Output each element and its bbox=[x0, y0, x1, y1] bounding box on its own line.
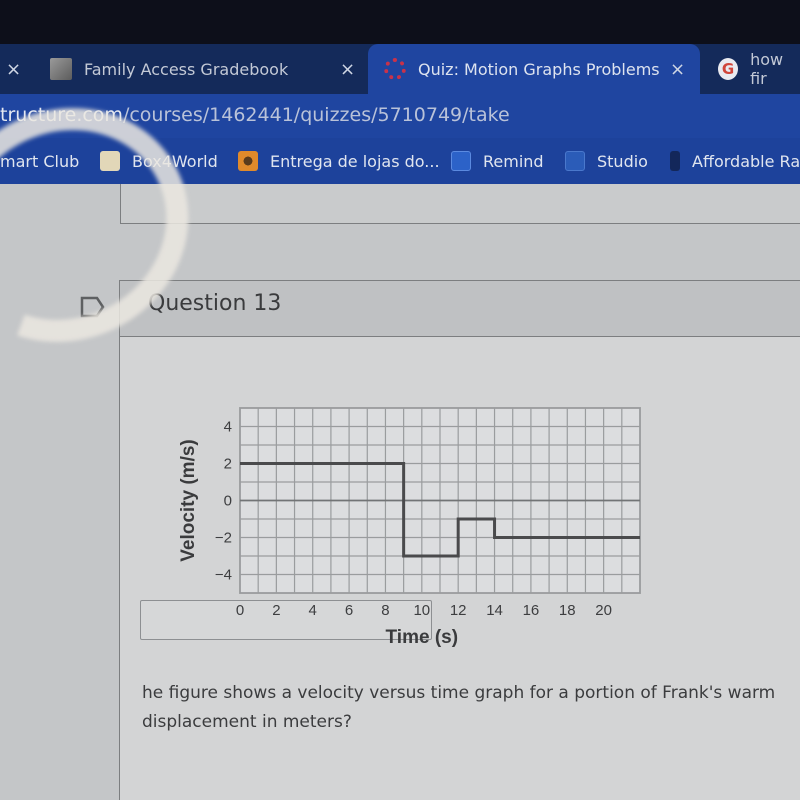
x-tick-label: 0 bbox=[236, 602, 244, 619]
x-axis-label: Time (s) bbox=[386, 627, 459, 648]
flag-question-icon[interactable] bbox=[80, 296, 106, 318]
remind-icon bbox=[451, 151, 471, 171]
tab-google[interactable]: G how fir bbox=[718, 44, 800, 94]
previous-answer-box bbox=[120, 184, 800, 224]
bookmark-label: Affordable Ra bbox=[692, 151, 800, 171]
google-icon: G bbox=[718, 58, 739, 80]
y-tick-label: 0 bbox=[224, 493, 232, 510]
close-icon[interactable]: × bbox=[6, 59, 21, 80]
bookmark-label: mart Club bbox=[0, 151, 80, 171]
url-host: tructure.com bbox=[0, 104, 123, 126]
bookmark-box4world[interactable]: Box4World bbox=[100, 138, 218, 184]
question-text-line: he figure shows a velocity versus time g… bbox=[142, 683, 776, 703]
bookmark-remind[interactable]: Remind bbox=[451, 138, 544, 184]
bookmark-affordable[interactable]: Affordable Ra bbox=[670, 138, 800, 184]
url-text[interactable]: tructure.com/courses/1462441/quizzes/571… bbox=[0, 104, 510, 126]
bookmark-label: Remind bbox=[483, 151, 544, 171]
velocity-time-chart: 0 2 4 6 8 10 12 14 16 18 20420−2−4Time (s)Velocity… bbox=[178, 407, 641, 648]
y-tick-label: 4 bbox=[224, 419, 232, 436]
x-tick-label: 20 bbox=[595, 602, 612, 619]
question-text: he figure shows a velocity versus time g… bbox=[142, 679, 775, 737]
family-access-icon bbox=[50, 58, 72, 80]
tab-strip: × Family Access Gradebook × Quiz: Motion… bbox=[0, 44, 800, 94]
screen-bezel bbox=[0, 0, 800, 44]
x-tick-label: 6 bbox=[345, 602, 353, 619]
tab-label: how fir bbox=[750, 50, 784, 88]
y-tick-label: 2 bbox=[224, 456, 232, 473]
tab-label: Family Access Gradebook bbox=[84, 59, 289, 79]
y-axis-label: Velocity (m/s) bbox=[178, 439, 199, 562]
entrega-icon bbox=[238, 151, 258, 171]
x-tick-label: 18 bbox=[559, 602, 576, 619]
tab-label: Quiz: Motion Graphs Problems bbox=[418, 59, 660, 79]
y-tick-label: −2 bbox=[215, 530, 232, 547]
x-tick-label: 4 bbox=[309, 602, 317, 619]
tab-family-access[interactable]: Family Access Gradebook × bbox=[50, 44, 370, 94]
studio-icon bbox=[565, 151, 585, 171]
bookmark-sams-club[interactable]: mart Club bbox=[0, 138, 79, 184]
bookmark-label: Entrega de lojas do... bbox=[270, 151, 440, 171]
x-tick-label: 14 bbox=[486, 602, 503, 619]
address-bar[interactable]: tructure.com/courses/1462441/quizzes/571… bbox=[0, 94, 800, 138]
bookmark-studio[interactable]: Studio bbox=[565, 138, 648, 184]
tab-quiz[interactable]: Quiz: Motion Graphs Problems × bbox=[368, 44, 700, 94]
x-tick-label: 12 bbox=[450, 602, 467, 619]
close-icon[interactable]: × bbox=[670, 59, 685, 80]
bookmark-label: Studio bbox=[597, 151, 648, 171]
bookmark-label: Box4World bbox=[132, 151, 218, 171]
question-title: Question 13 bbox=[148, 291, 282, 316]
close-icon[interactable]: × bbox=[340, 59, 355, 80]
x-tick-label: 16 bbox=[523, 602, 540, 619]
tab-partial-close[interactable]: × bbox=[6, 44, 21, 94]
url-path: /courses/1462441/quizzes/5710749/take bbox=[122, 104, 510, 126]
y-tick-label: −4 bbox=[215, 567, 232, 584]
question-text-line: displacement in meters? bbox=[142, 712, 352, 732]
x-tick-label: 2 bbox=[272, 602, 280, 619]
box4world-icon bbox=[100, 151, 120, 171]
question-header: Question 13 bbox=[119, 280, 800, 337]
x-tick-label: 10 bbox=[413, 602, 430, 619]
x-tick-label: 8 bbox=[381, 602, 389, 619]
canvas-quiz-icon bbox=[384, 58, 406, 80]
bookmark-icon bbox=[670, 151, 680, 171]
bookmarks-bar: mart Club Box4World Entrega de lojas do.… bbox=[0, 138, 800, 184]
bookmark-entrega[interactable]: Entrega de lojas do... bbox=[238, 138, 440, 184]
